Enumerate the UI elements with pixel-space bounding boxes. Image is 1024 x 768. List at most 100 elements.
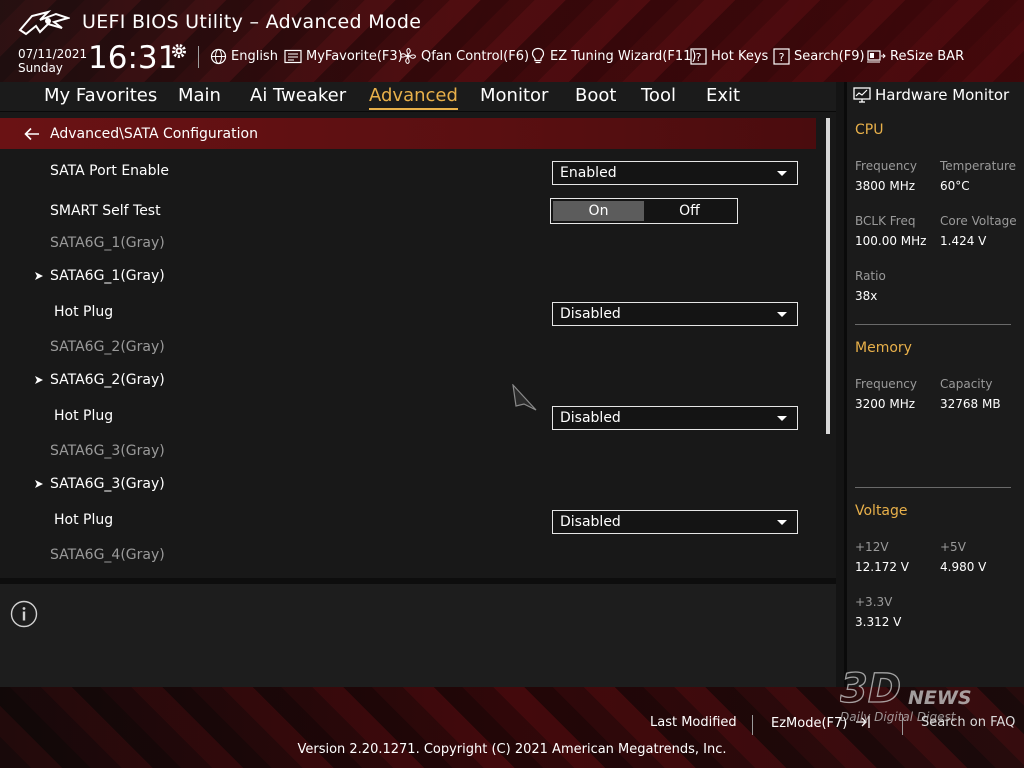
hot-keys-label: Hot Keys bbox=[711, 48, 769, 64]
main-tabs: My Favorites Main Ai Tweaker Advanced Mo… bbox=[0, 82, 836, 112]
info-icon bbox=[10, 600, 38, 628]
ratio-label: Ratio bbox=[855, 269, 886, 283]
back-arrow-icon[interactable] bbox=[24, 127, 40, 141]
myfavorite-button[interactable]: MyFavorite(F3) bbox=[284, 45, 403, 67]
sata6g-2-submenu[interactable]: SATA6G_2(Gray) bbox=[50, 372, 165, 388]
section-divider bbox=[855, 324, 1011, 325]
core-voltage-label: Core Voltage bbox=[940, 214, 1017, 228]
lightbulb-icon bbox=[531, 47, 545, 64]
sata6g-1-hot-plug-dropdown[interactable]: Disabled bbox=[552, 302, 798, 326]
ez-tuning-wizard-button[interactable]: EZ Tuning Wizard(F11) bbox=[530, 45, 696, 67]
favorite-list-icon bbox=[284, 49, 302, 63]
bclk-freq-label: BCLK Freq bbox=[855, 214, 916, 228]
resize-bar-label: ReSize BAR bbox=[890, 48, 965, 64]
chevron-down-icon bbox=[777, 312, 787, 317]
smart-self-test-off-option[interactable]: Off bbox=[644, 201, 735, 221]
search-button[interactable]: ? Search(F9) bbox=[773, 45, 865, 67]
mouse-pointer-icon bbox=[512, 384, 537, 411]
memory-section-title: Memory bbox=[855, 340, 912, 356]
sata6g-3-hot-plug-label: Hot Plug bbox=[54, 512, 114, 528]
submenu-arrow-icon bbox=[35, 480, 43, 488]
app-title: UEFI BIOS Utility – Advanced Mode bbox=[82, 11, 422, 33]
core-voltage-value: 1.424 V bbox=[940, 234, 987, 248]
cpu-temperature-label: Temperature bbox=[940, 159, 1017, 173]
ratio-value: 38x bbox=[855, 289, 878, 303]
ezmode-label: EzMode(F7) bbox=[771, 716, 848, 731]
cpu-temperature-value: 60°C bbox=[940, 179, 970, 193]
tab-exit[interactable]: Exit bbox=[706, 85, 740, 106]
resize-bar-button[interactable]: ReSize BAR bbox=[866, 45, 964, 67]
svg-text:?: ? bbox=[779, 51, 785, 64]
tab-advanced[interactable]: Advanced bbox=[369, 85, 458, 110]
voltage-section-title: Voltage bbox=[855, 503, 908, 519]
sata6g-2-hot-plug-value: Disabled bbox=[560, 410, 621, 426]
qfan-control-label: Qfan Control(F6) bbox=[421, 48, 530, 64]
sata6g-4-info: SATA6G_4(Gray) bbox=[50, 547, 165, 563]
sata6g-3-hot-plug-value: Disabled bbox=[560, 514, 621, 530]
submenu-arrow-icon bbox=[35, 272, 43, 280]
header-divider bbox=[198, 46, 199, 68]
sata6g-3-info: SATA6G_3(Gray) bbox=[50, 443, 165, 459]
qfan-control-button[interactable]: Qfan Control(F6) bbox=[399, 45, 529, 67]
language-button[interactable]: English bbox=[210, 45, 278, 67]
memory-frequency-value: 3200 MHz bbox=[855, 397, 916, 411]
cpu-section-title: CPU bbox=[855, 122, 884, 138]
time-display: 16:31 bbox=[88, 40, 178, 76]
ez-tuning-wizard-label: EZ Tuning Wizard(F11) bbox=[550, 48, 697, 64]
memory-capacity-label: Capacity bbox=[940, 377, 993, 391]
sata6g-2-info: SATA6G_2(Gray) bbox=[50, 339, 165, 355]
sata6g-2-hot-plug-dropdown[interactable]: Disabled bbox=[552, 406, 798, 430]
scrollbar[interactable] bbox=[826, 118, 830, 434]
sata-port-enable-dropdown[interactable]: Enabled bbox=[552, 161, 798, 185]
help-info-panel bbox=[0, 578, 836, 687]
sata6g-3-submenu[interactable]: SATA6G_3(Gray) bbox=[50, 476, 165, 492]
sata6g-1-info: SATA6G_1(Gray) bbox=[50, 235, 165, 251]
chevron-down-icon bbox=[777, 520, 787, 525]
globe-icon bbox=[210, 48, 227, 64]
resize-bar-icon bbox=[867, 50, 886, 63]
tab-ai-tweaker[interactable]: Ai Tweaker bbox=[250, 85, 346, 106]
svg-text:?: ? bbox=[696, 51, 702, 64]
section-divider bbox=[855, 487, 1011, 488]
cpu-frequency-value: 3800 MHz bbox=[855, 179, 916, 193]
memory-capacity-value: 32768 MB bbox=[940, 397, 1001, 411]
sata-port-enable-value: Enabled bbox=[560, 165, 617, 181]
search-label: Search(F9) bbox=[794, 48, 865, 64]
svg-text:NEWS: NEWS bbox=[908, 687, 972, 709]
voltage-3v3-label: +3.3V bbox=[855, 595, 893, 609]
sata6g-2-hot-plug-label: Hot Plug bbox=[54, 408, 114, 424]
settings-panel: Advanced\SATA Configuration SATA Port En… bbox=[0, 112, 836, 578]
tab-my-favorites[interactable]: My Favorites bbox=[44, 85, 157, 106]
voltage-12v-label: +12V bbox=[855, 540, 889, 554]
bclk-freq-value: 100.00 MHz bbox=[855, 234, 927, 248]
cpu-frequency-label: Frequency bbox=[855, 159, 917, 173]
memory-frequency-label: Frequency bbox=[855, 377, 917, 391]
svg-text:Daily Digital Digest: Daily Digital Digest bbox=[840, 710, 957, 724]
3dnews-watermark-logo: 3D NEWS Daily Digital Digest bbox=[840, 668, 972, 724]
tab-main[interactable]: Main bbox=[178, 85, 221, 106]
fan-icon bbox=[400, 48, 416, 64]
svg-text:3D: 3D bbox=[840, 668, 901, 712]
hardware-monitor-panel: Hardware Monitor CPU Frequency Temperatu… bbox=[844, 82, 1024, 687]
gear-icon[interactable] bbox=[170, 42, 188, 60]
smart-self-test-label: SMART Self Test bbox=[50, 203, 161, 219]
copyright-text: Version 2.20.1271. Copyright (C) 2021 Am… bbox=[297, 742, 727, 757]
day-text: Sunday bbox=[18, 61, 63, 75]
tab-boot[interactable]: Boot bbox=[575, 85, 616, 106]
sata6g-3-hot-plug-dropdown[interactable]: Disabled bbox=[552, 510, 798, 534]
hardware-monitor-title-text: Hardware Monitor bbox=[875, 86, 1010, 104]
smart-self-test-on-option[interactable]: On bbox=[553, 201, 644, 221]
tab-monitor[interactable]: Monitor bbox=[480, 85, 548, 106]
smart-self-test-toggle[interactable]: On Off bbox=[550, 198, 738, 224]
header-bar: UEFI BIOS Utility – Advanced Mode 07/11/… bbox=[0, 0, 1024, 82]
tab-tool[interactable]: Tool bbox=[641, 85, 676, 106]
sata6g-1-hot-plug-label: Hot Plug bbox=[54, 304, 114, 320]
breadcrumb: Advanced\SATA Configuration bbox=[0, 118, 816, 149]
hot-keys-button[interactable]: ? Hot Keys bbox=[690, 45, 768, 67]
submenu-arrow-icon bbox=[35, 376, 43, 384]
rog-logo-icon bbox=[18, 10, 70, 36]
sata6g-1-submenu[interactable]: SATA6G_1(Gray) bbox=[50, 268, 165, 284]
voltage-3v3-value: 3.312 V bbox=[855, 615, 902, 629]
last-modified-button[interactable]: Last Modified bbox=[650, 715, 737, 730]
myfavorite-label: MyFavorite(F3) bbox=[306, 48, 403, 64]
